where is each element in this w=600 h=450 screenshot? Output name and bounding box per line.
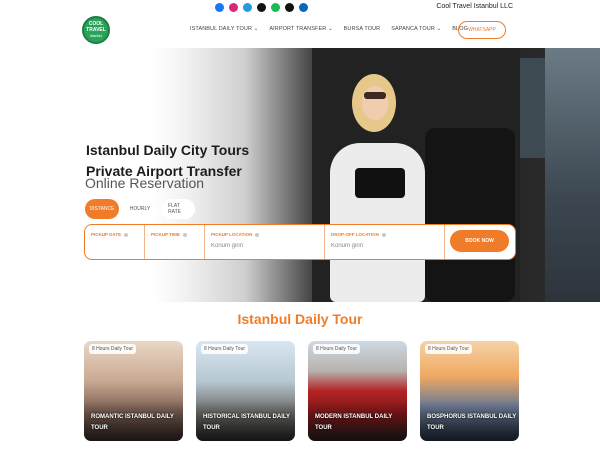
logo-line: Istanbul <box>89 34 103 38</box>
woman-outfit <box>330 143 425 302</box>
dropoff-location-label: DROP-OFF LOCATION <box>331 232 386 237</box>
instagram-icon[interactable] <box>229 3 238 12</box>
field-label: PICKUP LOCATION <box>211 232 253 237</box>
card-title: HISTORICAL ISTANBUL DAILY TOUR <box>203 414 290 431</box>
chevron-down-icon: ⌄ <box>253 26 259 32</box>
calendar-icon <box>124 232 129 237</box>
nav-label: ISTANBUL DAILY TOUR <box>190 26 253 32</box>
nav-label: BURSA TOUR <box>343 26 381 32</box>
tab-flat-rate[interactable]: FLAT RATE <box>161 199 195 219</box>
field-label: PICKUP TIME <box>151 232 180 237</box>
tour-card-romantic[interactable]: 8 Hours Daily Tour ROMANTIC ISTANBUL DAI… <box>84 341 183 441</box>
field-label: DROP-OFF LOCATION <box>331 232 379 237</box>
van-seat <box>425 128 515 302</box>
card-duration-tag: 8 Hours Daily Tour <box>313 344 361 354</box>
nav-label: AIRPORT TRANSFER <box>269 26 327 32</box>
dropoff-location-input[interactable] <box>331 243 435 249</box>
site-logo[interactable]: COOL TRAVEL Istanbul <box>82 16 110 44</box>
pickup-location-input[interactable] <box>211 243 315 249</box>
card-title: ROMANTIC ISTANBUL DAILY TOUR <box>91 414 174 431</box>
tab-distance[interactable]: DISTANCE <box>85 199 119 219</box>
top-bar: Cool Travel Istanbul LLC <box>0 0 600 14</box>
pickup-time-label: PICKUP TIME <box>151 232 187 237</box>
chevron-down-icon: ⌄ <box>327 26 333 32</box>
card-title: BOSPHORUS ISTANBUL DAILY TOUR <box>427 414 517 431</box>
location-icon <box>381 232 386 237</box>
tour-card-modern[interactable]: 8 Hours Daily Tour MODERN ISTANBUL DAILY… <box>308 341 407 441</box>
clock-icon <box>182 232 187 237</box>
hero-background-right <box>545 48 600 302</box>
site-header: COOL TRAVEL Istanbul ISTANBUL DAILY TOUR… <box>0 14 600 48</box>
reservation-tabs: DISTANCE HOURLY FLAT RATE <box>85 199 195 219</box>
company-name: Cool Travel Istanbul LLC <box>436 3 513 10</box>
tiktok-icon[interactable] <box>257 3 266 12</box>
tour-cards: 8 Hours Daily Tour ROMANTIC ISTANBUL DAI… <box>84 341 519 441</box>
dropoff-location-field: DROP-OFF LOCATION <box>325 225 445 259</box>
facebook-icon[interactable] <box>215 3 224 12</box>
telegram-icon[interactable] <box>243 3 252 12</box>
location-icon <box>255 232 260 237</box>
nav-istanbul-daily-tour[interactable]: ISTANBUL DAILY TOUR ⌄ <box>190 26 258 32</box>
field-label: PICKUP DATE <box>91 232 122 237</box>
handbag <box>355 168 405 198</box>
nav-label: SAPANCA TOUR <box>391 26 435 32</box>
sunglasses <box>364 92 386 99</box>
hero-title-line: Istanbul Daily City Tours <box>86 142 250 158</box>
tab-hourly[interactable]: HOURLY <box>123 199 157 219</box>
book-now-button[interactable]: BOOK NOW <box>450 230 509 252</box>
nav-bursa-tour[interactable]: BURSA TOUR <box>344 26 381 32</box>
x-icon[interactable] <box>285 3 294 12</box>
spotify-icon[interactable] <box>271 3 280 12</box>
whatsapp-button[interactable]: WHATSAPP <box>458 21 506 39</box>
card-duration-tag: 8 Hours Daily Tour <box>425 344 473 354</box>
pickup-date-field[interactable]: PICKUP DATE <box>85 225 145 259</box>
tours-section-title: Istanbul Daily Tour <box>237 311 363 327</box>
van-window <box>520 58 545 158</box>
tour-card-bosphorus[interactable]: 8 Hours Daily Tour BOSPHORUS ISTANBUL DA… <box>420 341 519 441</box>
card-title: MODERN ISTANBUL DAILY TOUR <box>315 414 393 431</box>
pickup-location-label: PICKUP LOCATION <box>211 232 260 237</box>
main-nav: ISTANBUL DAILY TOUR ⌄ AIRPORT TRANSFER ⌄… <box>190 26 479 32</box>
linkedin-icon[interactable] <box>299 3 308 12</box>
card-duration-tag: 8 Hours Daily Tour <box>201 344 249 354</box>
social-links <box>215 3 308 12</box>
nav-airport-transfer[interactable]: AIRPORT TRANSFER ⌄ <box>269 26 332 32</box>
card-duration-tag: 8 Hours Daily Tour <box>89 344 137 354</box>
pickup-location-field: PICKUP LOCATION <box>205 225 325 259</box>
nav-sapanca-tour[interactable]: SAPANCA TOUR ⌄ <box>391 26 441 32</box>
pickup-time-field[interactable]: PICKUP TIME <box>145 225 205 259</box>
pickup-date-label: PICKUP DATE <box>91 232 129 237</box>
chevron-down-icon: ⌄ <box>436 26 442 32</box>
tour-card-historical[interactable]: 8 Hours Daily Tour HISTORICAL ISTANBUL D… <box>196 341 295 441</box>
hero-banner: Istanbul Daily City Tours Private Airpor… <box>0 48 545 302</box>
reservation-title: Online Reservation <box>85 175 205 191</box>
